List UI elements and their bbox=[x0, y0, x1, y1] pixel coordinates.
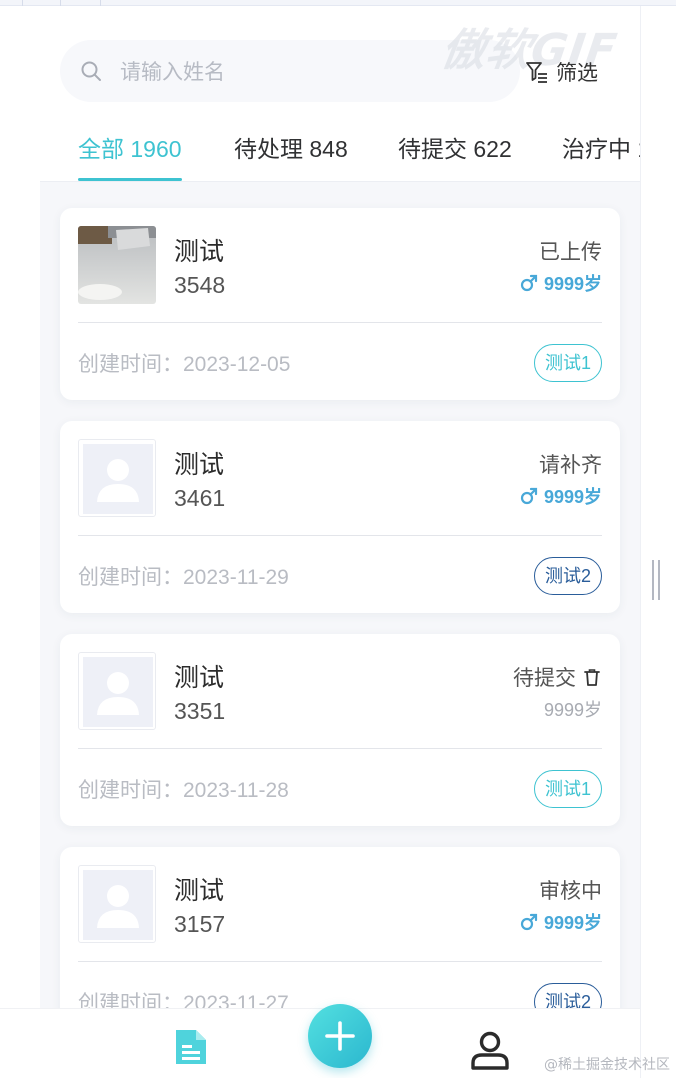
avatar bbox=[78, 865, 156, 943]
patient-card[interactable]: 测试 3548 已上传 9999岁 创建时间：2023-12-05 测试1 bbox=[60, 208, 620, 400]
divider bbox=[78, 322, 602, 323]
filter-label: 筛选 bbox=[556, 62, 598, 85]
age-info: 9999岁 bbox=[520, 483, 602, 509]
tab-pending[interactable]: 待处理 848 bbox=[234, 130, 348, 164]
user-icon[interactable] bbox=[468, 1030, 512, 1072]
divider bbox=[78, 535, 602, 536]
source-credit: @稀土掘金技术社区 bbox=[544, 1057, 670, 1073]
age-label: 9999岁 bbox=[543, 274, 602, 294]
filter-icon bbox=[526, 62, 547, 83]
patient-list: 测试 3548 已上传 9999岁 创建时间：2023-12-05 测试1 测试… bbox=[40, 182, 640, 1008]
status-label: 待提交 bbox=[513, 667, 576, 690]
patient-name: 测试 bbox=[174, 877, 225, 905]
tab-active-indicator bbox=[78, 178, 182, 181]
age-info: 9999岁 bbox=[544, 696, 602, 722]
plus-icon bbox=[325, 1021, 355, 1051]
patient-card[interactable]: 测试 3461 请补齐 9999岁 创建时间：2023-11-29 测试2 bbox=[60, 421, 620, 613]
patient-code: 3461 bbox=[174, 485, 226, 511]
status-tabs: 全部 1960 待处理 848 待提交 622 治疗中 1 bbox=[40, 118, 640, 182]
tag-badge: 测试2 bbox=[533, 557, 602, 595]
patient-card[interactable]: 测试 3351 待提交 9999岁 创建时间：2023-11-28 测试1 bbox=[60, 634, 620, 826]
tag-badge: 测试1 bbox=[533, 344, 602, 382]
age-label: 9999岁 bbox=[543, 913, 602, 933]
status-label: 已上传 bbox=[539, 241, 602, 264]
status-text: 已上传 bbox=[539, 236, 602, 266]
search-placeholder: 请输入姓名 bbox=[120, 61, 225, 84]
trash-icon[interactable] bbox=[582, 667, 602, 687]
created-time: 创建时间：2023-11-28 bbox=[78, 779, 289, 802]
patient-code: 3157 bbox=[174, 911, 226, 937]
male-icon bbox=[520, 913, 538, 931]
male-icon bbox=[520, 274, 538, 292]
created-time: 创建时间：2023-12-05 bbox=[78, 353, 291, 376]
created-time: 创建时间：2023-11-29 bbox=[78, 566, 289, 589]
tab-to-submit[interactable]: 待提交 622 bbox=[398, 130, 512, 164]
patient-code: 3351 bbox=[174, 698, 226, 724]
male-icon bbox=[520, 487, 538, 505]
tab-in-treatment[interactable]: 治疗中 1 bbox=[562, 130, 640, 164]
scrollbar-grip[interactable] bbox=[652, 560, 660, 600]
tab-all[interactable]: 全部 1960 bbox=[78, 130, 182, 164]
status-text: 待提交 bbox=[513, 662, 602, 692]
tag-badge: 测试1 bbox=[533, 770, 602, 808]
patient-name: 测试 bbox=[174, 451, 225, 479]
add-button[interactable] bbox=[308, 1004, 372, 1068]
patient-card[interactable]: 测试 3157 审核中 9999岁 创建时间：2023-11-27 测试2 bbox=[60, 847, 620, 1008]
avatar bbox=[78, 439, 156, 517]
avatar-placeholder-icon bbox=[83, 657, 153, 727]
right-gutter bbox=[640, 6, 676, 1078]
filter-button[interactable]: 筛选 bbox=[524, 57, 598, 87]
avatar bbox=[78, 652, 156, 730]
search-icon bbox=[81, 61, 101, 81]
status-label: 请补齐 bbox=[539, 454, 602, 477]
divider bbox=[78, 961, 602, 962]
status-label: 审核中 bbox=[539, 880, 602, 903]
divider bbox=[78, 748, 602, 749]
avatar bbox=[78, 226, 156, 304]
tag-badge: 测试2 bbox=[533, 983, 602, 1008]
patient-name: 测试 bbox=[174, 664, 225, 692]
document-icon[interactable] bbox=[174, 1028, 208, 1066]
avatar-placeholder-icon bbox=[83, 870, 153, 940]
created-time: 创建时间：2023-11-27 bbox=[78, 992, 289, 1008]
age-label: 9999岁 bbox=[543, 700, 602, 720]
avatar-placeholder-icon bbox=[83, 444, 153, 514]
patient-code: 3548 bbox=[174, 272, 226, 298]
patient-name: 测试 bbox=[174, 238, 225, 266]
photo-thumbnail-icon bbox=[78, 226, 156, 304]
age-label: 9999岁 bbox=[543, 487, 602, 507]
age-info: 9999岁 bbox=[520, 909, 602, 935]
status-text: 审核中 bbox=[539, 875, 602, 905]
status-text: 请补齐 bbox=[539, 449, 602, 479]
age-info: 9999岁 bbox=[520, 270, 602, 296]
